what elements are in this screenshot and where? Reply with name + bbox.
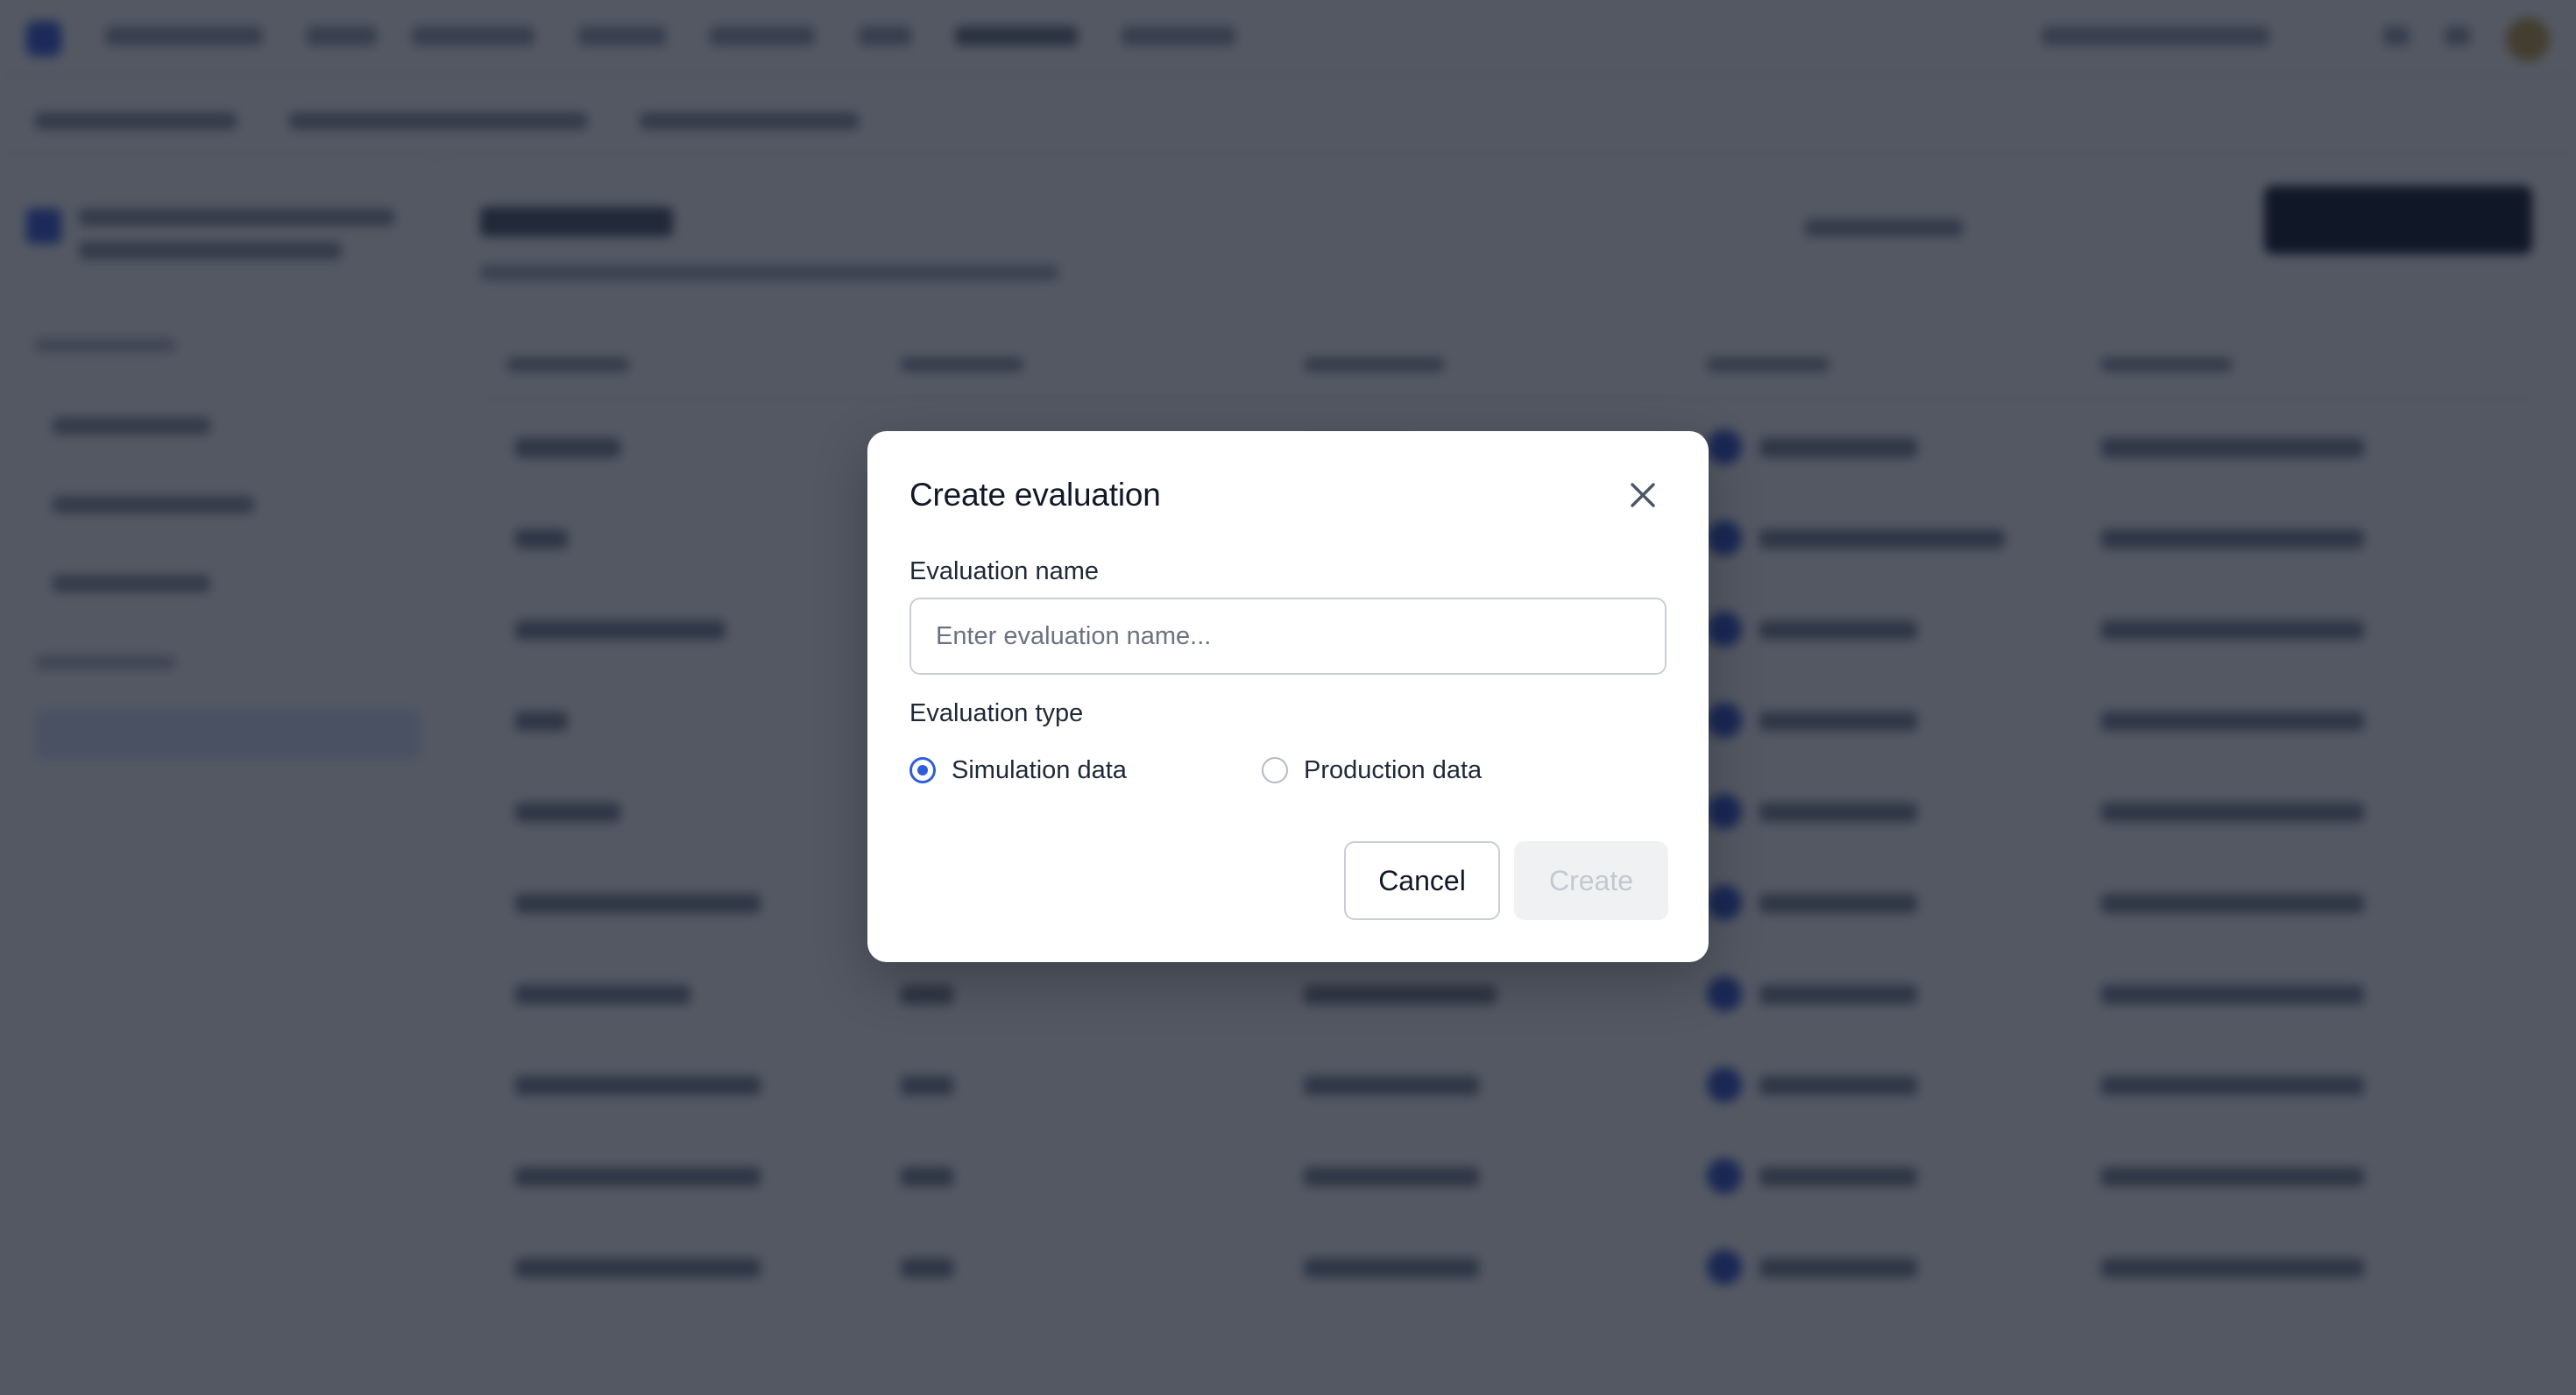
evaluation-type-radio-group: Simulation data Production data — [909, 748, 1667, 792]
radio-selected-icon[interactable] — [909, 757, 936, 783]
evaluation-name-label: Evaluation name — [909, 557, 1100, 585]
evaluation-type-label: Evaluation type — [909, 699, 1084, 727]
evaluation-name-input[interactable] — [909, 598, 1667, 675]
radio-label: Production data — [1304, 755, 1483, 784]
create-evaluation-dialog: Create evaluation Evaluation name Evalua… — [867, 431, 1709, 962]
production-data-radio[interactable]: Production data — [1262, 748, 1482, 792]
close-icon — [1631, 483, 1655, 507]
close-button[interactable] — [1621, 473, 1665, 517]
simulation-data-radio[interactable]: Simulation data — [909, 748, 1127, 792]
radio-unselected-icon[interactable] — [1262, 757, 1288, 783]
radio-label: Simulation data — [952, 755, 1127, 784]
create-button[interactable]: Create — [1514, 841, 1668, 920]
dialog-title: Create evaluation — [909, 477, 1161, 513]
cancel-button[interactable]: Cancel — [1344, 841, 1500, 920]
